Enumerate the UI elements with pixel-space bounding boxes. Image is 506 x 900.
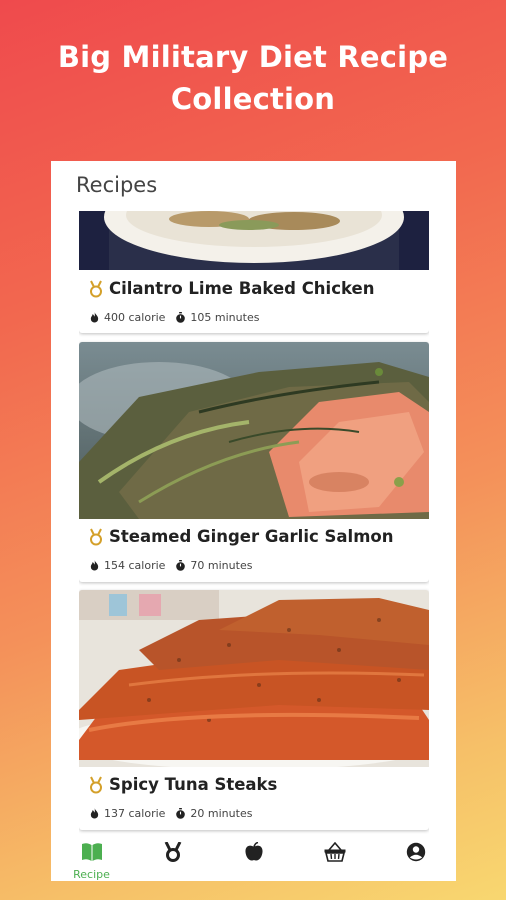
nav-recipe[interactable]: Recipe	[62, 834, 122, 881]
timer-icon	[176, 312, 186, 323]
nav-account[interactable]	[386, 834, 446, 867]
medal-icon	[90, 280, 102, 297]
flame-icon	[90, 560, 99, 571]
basket-icon	[324, 841, 345, 862]
recipe-calories: 400 calorie	[104, 311, 166, 324]
medal-icon	[164, 841, 181, 862]
recipe-card[interactable]: Steamed Ginger Garlic Salmon 154 calorie…	[79, 342, 429, 582]
flame-icon	[90, 312, 99, 323]
apple-icon	[244, 841, 263, 861]
promo-headline-line1: Big Military Diet Recipe	[57, 40, 449, 74]
recipe-photo-salmon	[79, 342, 429, 519]
recipe-calories: 137 calorie	[104, 807, 166, 820]
recipe-title: Steamed Ginger Garlic Salmon	[109, 527, 394, 546]
nav-basket[interactable]	[305, 834, 365, 867]
promo-headline-line2: Collection	[170, 82, 336, 116]
account-icon	[406, 842, 425, 862]
recipe-time: 105 minutes	[190, 311, 260, 324]
recipe-card[interactable]: Cilantro Lime Baked Chicken 400 calorie …	[79, 211, 429, 333]
app-screen: Recipes Cilantro Lime Baked Chicken 400 …	[51, 161, 456, 881]
flame-icon	[90, 808, 99, 819]
nav-recipe-label: Recipe	[73, 868, 110, 881]
recipe-photo-chicken	[79, 211, 429, 270]
book-icon	[81, 843, 102, 861]
recipe-list[interactable]: Cilantro Lime Baked Chicken 400 calorie …	[79, 211, 429, 834]
medal-icon	[90, 776, 102, 793]
timer-icon	[176, 808, 186, 819]
promo-headline: Big Military Diet Recipe Collection	[0, 36, 506, 120]
recipe-time: 70 minutes	[190, 559, 253, 572]
timer-icon	[176, 560, 186, 571]
recipe-calories: 154 calorie	[104, 559, 166, 572]
recipe-card[interactable]: Spicy Tuna Steaks 137 calorie 20 minutes	[79, 590, 429, 830]
recipe-time: 20 minutes	[190, 807, 253, 820]
recipe-photo-tuna	[79, 590, 429, 767]
bottom-navigation: Recipe	[51, 834, 456, 881]
recipe-title: Spicy Tuna Steaks	[109, 775, 278, 794]
medal-icon	[90, 528, 102, 545]
recipe-title: Cilantro Lime Baked Chicken	[109, 279, 375, 298]
page-title: Recipes	[76, 173, 158, 197]
nav-apple[interactable]	[224, 834, 284, 867]
nav-medal[interactable]	[143, 834, 203, 867]
